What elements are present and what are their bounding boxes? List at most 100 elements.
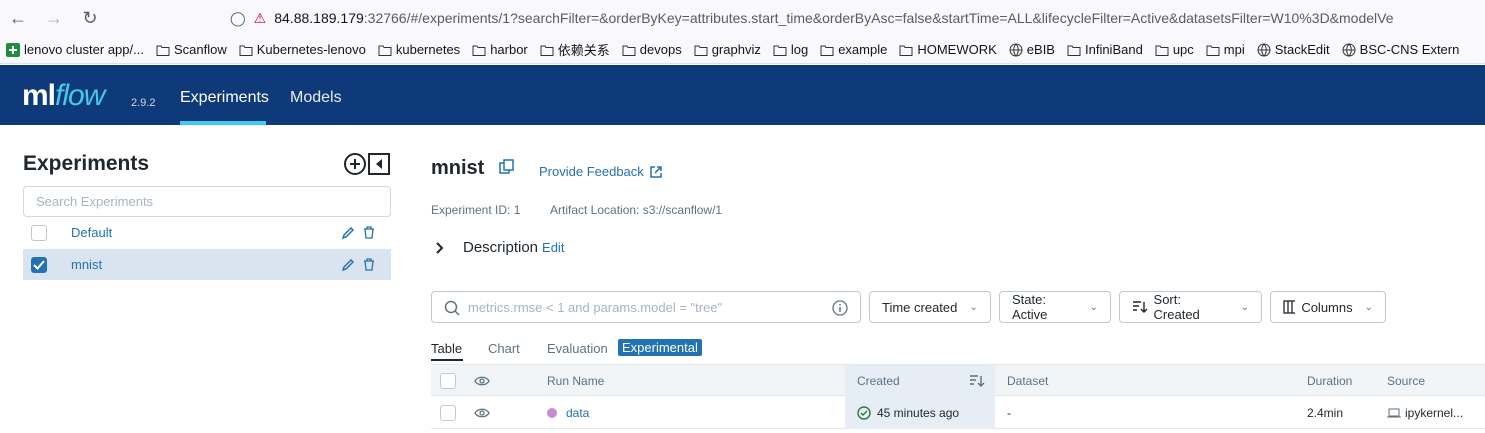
- folder-icon: [1206, 45, 1220, 56]
- run-filter-input[interactable]: metrics.rmse < 1 and params.model = "tre…: [431, 291, 861, 323]
- experiment-name[interactable]: Default: [71, 225, 112, 240]
- experiment-row-mnist[interactable]: mnist: [23, 249, 391, 280]
- description-toggle[interactable]: Description Edit: [435, 239, 564, 256]
- search-icon: [444, 300, 460, 316]
- row-checkbox[interactable]: [440, 397, 456, 429]
- header-run-name[interactable]: Run Name: [547, 365, 604, 397]
- top-navigation: mlflow 2.9.2 Experiments Models: [0, 65, 1485, 125]
- experiment-title: mnist: [431, 157, 485, 179]
- bookmark-0[interactable]: lenovo cluster app/...: [0, 42, 150, 57]
- bookmark-7[interactable]: graphviz: [688, 42, 767, 57]
- version-label: 2.9.2: [131, 97, 156, 109]
- run-color-dot: [547, 408, 557, 418]
- eye-icon[interactable]: [474, 397, 490, 429]
- folder-icon: [239, 45, 253, 56]
- chevron-down-icon: ⌄: [1089, 301, 1098, 313]
- time-created-dropdown[interactable]: Time created ⌄: [869, 291, 991, 323]
- tab-table[interactable]: Table: [431, 341, 462, 356]
- run-name-link[interactable]: data: [566, 406, 589, 420]
- active-subtab-indicator: [431, 359, 463, 361]
- tab-evaluation[interactable]: Evaluation: [547, 341, 608, 356]
- bookmark-13[interactable]: upc: [1149, 42, 1200, 57]
- copy-icon[interactable]: [499, 159, 515, 175]
- folder-icon: [899, 45, 913, 56]
- folder-icon: [694, 45, 708, 56]
- header-dataset[interactable]: Dataset: [1007, 365, 1048, 397]
- chevron-down-icon: ⌄: [969, 301, 978, 313]
- forward-icon[interactable]: →: [36, 0, 72, 36]
- sort-desc-icon: [970, 375, 985, 387]
- external-link-icon: [650, 165, 662, 178]
- experiment-row-default[interactable]: Default: [23, 217, 391, 248]
- table-row[interactable]: data 45 minutes ago - 2.4min ipykernel..…: [431, 397, 1485, 429]
- experiment-name[interactable]: mnist: [71, 257, 102, 272]
- bookmark-11[interactable]: eBIB: [1003, 42, 1061, 57]
- columns-dropdown[interactable]: Columns ⌄: [1270, 291, 1386, 323]
- folder-icon: [156, 45, 170, 56]
- bookmark-15[interactable]: StackEdit: [1251, 42, 1336, 57]
- state-dropdown[interactable]: State: Active ⌄: [999, 291, 1111, 323]
- mlflow-logo[interactable]: mlflow: [22, 79, 105, 113]
- bookmark-16[interactable]: BSC-CNS Extern: [1336, 42, 1466, 57]
- experiment-checkbox-checked[interactable]: [31, 256, 47, 273]
- bookmark-4[interactable]: harbor: [466, 42, 534, 57]
- experiment-checkbox[interactable]: [31, 224, 47, 241]
- bookmark-8[interactable]: log: [767, 42, 814, 57]
- folder-icon: [1155, 45, 1169, 56]
- checkmark-icon: [33, 259, 45, 270]
- header-source[interactable]: Source: [1387, 365, 1425, 397]
- bookmark-2[interactable]: Kubernetes-lenovo: [233, 42, 372, 57]
- address-bar[interactable]: ◯ ⚠ 84.88.189.179 :32766/#/experiments/1…: [230, 4, 1485, 32]
- browser-toolbar: ← → ↻ ◯ ⚠ 84.88.189.179 :32766/#/experim…: [0, 0, 1485, 36]
- add-experiment-icon[interactable]: [343, 152, 367, 176]
- nav-tab-experiments[interactable]: Experiments: [180, 89, 269, 107]
- plus-app-icon: [6, 42, 20, 57]
- edit-pencil-icon[interactable]: [341, 258, 355, 272]
- insecure-lock-icon[interactable]: ⚠: [254, 10, 267, 27]
- dataset-cell: -: [1007, 406, 1011, 420]
- bookmark-9[interactable]: example: [814, 42, 893, 57]
- header-created[interactable]: Created: [845, 365, 995, 397]
- eye-icon[interactable]: [474, 365, 490, 397]
- duration-cell: 2.4min: [1307, 406, 1344, 420]
- bookmark-12[interactable]: InfiniBand: [1061, 42, 1149, 57]
- source-cell[interactable]: ipykernel...: [1387, 397, 1463, 429]
- globe-icon: [1257, 43, 1271, 56]
- description-edit-link[interactable]: Edit: [542, 240, 564, 255]
- select-all-checkbox[interactable]: [440, 365, 456, 397]
- trash-icon[interactable]: [363, 258, 375, 271]
- sidebar-title: Experiments: [23, 152, 150, 175]
- bookmark-14[interactable]: mpi: [1200, 42, 1251, 57]
- folder-icon: [472, 45, 486, 56]
- chevron-down-icon: ⌄: [1364, 301, 1373, 313]
- tab-experimental[interactable]: Experimental: [618, 339, 702, 356]
- trash-icon[interactable]: [363, 226, 375, 239]
- search-experiments-input[interactable]: Search Experiments: [23, 186, 391, 217]
- reload-icon[interactable]: ↻: [72, 0, 108, 36]
- shield-icon[interactable]: ◯: [230, 10, 246, 27]
- sort-dropdown[interactable]: Sort: Created ⌄: [1119, 291, 1262, 323]
- active-tab-indicator: [180, 121, 266, 125]
- bookmark-5[interactable]: 依赖关系: [534, 40, 616, 59]
- provide-feedback-link[interactable]: Provide Feedback: [539, 164, 663, 179]
- edit-pencil-icon[interactable]: [341, 226, 355, 240]
- tab-chart[interactable]: Chart: [488, 341, 520, 356]
- sort-icon: [1133, 301, 1148, 313]
- laptop-icon: [1387, 408, 1401, 418]
- success-check-icon: [857, 406, 871, 420]
- back-icon[interactable]: ←: [0, 0, 36, 36]
- globe-icon: [1342, 43, 1356, 56]
- collapse-sidebar-icon[interactable]: [368, 153, 390, 175]
- experiment-id: Experiment ID: 1: [431, 203, 521, 217]
- runs-table-header: Run Name Created Dataset Duration Source: [431, 364, 1485, 397]
- folder-icon: [622, 45, 636, 56]
- folder-icon: [820, 45, 834, 56]
- header-duration[interactable]: Duration: [1307, 365, 1352, 397]
- bookmark-10[interactable]: HOMEWORK: [893, 42, 1002, 57]
- bookmark-1[interactable]: Scanflow: [150, 42, 233, 57]
- run-name-cell[interactable]: data: [547, 397, 589, 429]
- nav-tab-models[interactable]: Models: [290, 89, 342, 107]
- bookmark-6[interactable]: devops: [616, 42, 688, 57]
- bookmark-3[interactable]: kubernetes: [372, 42, 466, 57]
- bookmarks-bar: lenovo cluster app/... Scanflow Kubernet…: [0, 36, 1485, 64]
